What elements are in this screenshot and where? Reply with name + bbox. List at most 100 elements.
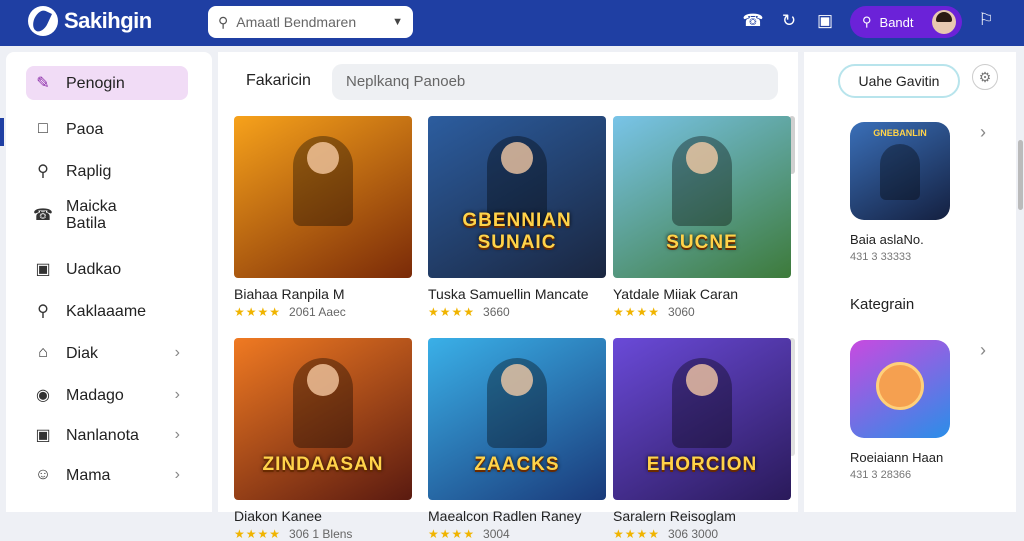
category-app-image [850,340,950,438]
sidebar: ✎ Penogin □ Paoa ⚲ Raplig ☎ Maicka Batila ▣ Uadka… [6,52,212,512]
game-art-title: EHORCION [646,454,758,475]
game-meta: ★★★★ 306 3000 [613,527,791,541]
game-name: Biahaa Ranpila M [234,286,345,302]
category-app-name: Roeiaiann Haan [850,450,944,465]
game-card[interactable]: ZAACKS Maealcon Radlen Raney ★★★★ 3004 [428,338,606,541]
game-name: Saralern Reisoglam [613,508,736,524]
game-thumbnail: SUCNE [613,116,791,278]
top-search-input[interactable]: ⚲ Amaatl Bendmaren ▼ [208,6,413,38]
section-title: Fakaricin [246,72,311,89]
game-thumbnail: ZINDAASAN [234,338,412,500]
featured-app[interactable]: GNEBANLIN Baia aslaNo. 431 3 33333 [850,122,950,263]
top-bar: Sakihgin ⚲ Amaatl Bendmaren ▼ ☎ ↻ ▣ ⚲ Ba… [0,0,1024,46]
chevron-right-icon: › [174,466,180,483]
star-rating-icon: ★★★★ [428,305,476,319]
featured-app-hero [880,144,920,200]
sidebar-item-label: Mama [66,466,111,484]
sidebar-item-label: Maicka Batila [66,198,117,232]
game-meta: ★★★★ 306 1 Blens [234,527,412,541]
sidebar-item[interactable]: ⚲ Kaklaaame [26,294,206,328]
game-hero-art [672,136,732,226]
right-panel: Uahe Gavitin ⚙ GNEBANLIN Baia aslaNo. 43… [804,52,1016,512]
frame-icon: ▣ [35,261,51,278]
game-meta: ★★★★ 3060 [613,305,791,319]
chevron-right-icon: › [174,386,180,403]
chevron-down-icon[interactable]: ▼ [392,16,403,28]
search-icon: ⚲ [37,163,49,180]
frame-icon: ▣ [35,427,51,444]
star-rating-icon: ★★★★ [428,527,476,541]
game-rating-count: 306 3000 [668,527,719,541]
game-card[interactable]: ZINDAASAN Diakon Kanee ★★★★ 306 1 Blens [234,338,412,541]
sidebar-item[interactable]: ✎ Penogin [26,66,188,100]
sidebar-item-label: Uadkao [66,260,122,278]
sidebar-item-label: Raplig [66,162,112,180]
sidebar-item-label: Kaklaaame [66,302,147,320]
game-name: Tuska Samuellin Mancate [428,286,589,302]
game-rating-count: 3060 [668,305,695,319]
sidebar-item[interactable]: ◉ Madago › [26,378,206,412]
sidebar-item[interactable]: ⚲ Raplig [26,154,206,188]
category-title: Kategrain [850,296,915,313]
top-search-placeholder: Amaatl Bendmaren [236,14,357,30]
app-logo[interactable]: Sakihgin [28,6,152,36]
gear-icon[interactable]: ⚙ [972,64,998,90]
sidebar-item[interactable]: □ Paoa [26,112,206,146]
user-menu-button[interactable]: ⚲ Bandt [850,6,962,38]
game-thumbnail: ZAACKS [428,338,606,500]
sidebar-item[interactable]: ⌂ Diak › [26,336,206,370]
headset-icon[interactable]: ☎ [742,10,764,32]
search-icon: ⚲ [37,303,49,320]
search-icon: ⚲ [862,14,872,29]
page-scrollbar[interactable] [1018,140,1023,210]
category-app[interactable]: Roeiaiann Haan 431 3 28366 [850,340,950,481]
user-icon: ☺ [34,466,52,483]
sidebar-item-label: Penogin [66,74,125,92]
featured-app-image: GNEBANLIN [850,122,950,220]
notification-icon[interactable]: ⚐ [975,10,997,30]
chevron-right-icon: › [174,344,180,361]
target-icon: ◉ [36,387,50,404]
game-rating-count: 2061 Aaec [289,305,346,319]
chevron-right-icon[interactable]: › [980,122,986,143]
star-rating-icon: ★★★★ [234,305,282,319]
game-hero-art [293,136,353,226]
category-app-meta: 431 3 28366 [850,469,912,481]
game-card[interactable]: Biahaa Ranpila M ★★★★ 2061 Aaec [234,116,412,319]
sidebar-item[interactable]: ☺ Mama › [26,458,206,492]
sidebar-item-label: Paoa [66,120,104,138]
chevron-right-icon[interactable]: › [980,340,986,361]
sidebar-item[interactable]: ▣ Uadkao [26,252,206,286]
star-rating-icon: ★★★★ [613,305,661,319]
action-button[interactable]: Uahe Gavitin [838,64,960,98]
game-art-title: ZAACKS [474,454,560,475]
logo-mark-icon [28,6,58,36]
game-hero-art [293,358,353,448]
sidebar-item-label: Madago [66,386,124,404]
game-name: Maealcon Radlen Raney [428,508,582,524]
star-rating-icon: ★★★★ [234,527,282,541]
game-name: Yatdale Miiak Caran [613,286,739,302]
game-hero-art [487,358,547,448]
game-rating-count: 3004 [483,527,510,541]
refresh-icon[interactable]: ↻ [778,10,800,32]
game-card[interactable]: SUCNE Yatdale Miiak Caran ★★★★ 3060 [613,116,791,319]
chevron-right-icon: › [174,426,180,443]
game-card[interactable]: EHORCION Saralern Reisoglam ★★★★ 306 3000 [613,338,791,541]
sidebar-item-label: Nanlanota [66,426,139,444]
featured-app-meta: 431 3 33333 [850,251,912,263]
sidebar-item[interactable]: ☎ Maicka Batila [26,198,206,232]
game-art-title: ZINDAASAN [262,454,384,475]
game-rating-count: 3660 [483,305,510,319]
game-thumbnail: EHORCION [613,338,791,500]
game-meta: ★★★★ 2061 Aaec [234,305,412,319]
gamepad-icon[interactable]: ▣ [814,10,836,32]
game-thumbnail [234,116,412,278]
main-content: Fakaricin Neplkanq Panoeb Biahaa Ranpila… [218,52,798,541]
game-rating-count: 306 1 Blens [289,527,353,541]
game-card[interactable]: GBENNIAN SUNAIC Tuska Samuellin Mancate ★★… [428,116,606,319]
search-icon: ⚲ [218,13,229,30]
main-search-input[interactable]: Neplkanq Panoeb [332,64,778,100]
sidebar-item[interactable]: ▣ Nanlanota › [26,418,206,452]
game-meta: ★★★★ 3660 [428,305,606,319]
